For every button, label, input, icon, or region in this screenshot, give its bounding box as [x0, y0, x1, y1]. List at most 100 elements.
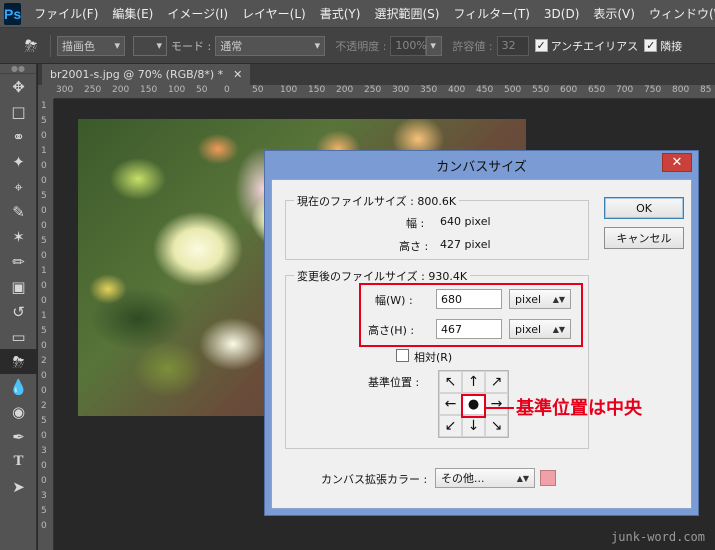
healing-brush-tool-icon[interactable]: ✶	[0, 224, 37, 249]
anchor-bottom-left[interactable]: ↙	[439, 415, 462, 437]
relative-checkbox[interactable]	[396, 349, 409, 362]
ruler-tick-label: 800	[672, 85, 690, 95]
ruler-tick-label: 0	[41, 161, 47, 171]
anchor-top-left[interactable]: ↖	[439, 371, 462, 393]
ruler-tick-label: 250	[84, 85, 102, 95]
chevron-down-icon: ▾	[156, 39, 162, 52]
brush-tool-icon[interactable]: ✏	[0, 249, 37, 274]
pen-tool-icon[interactable]: ✒	[0, 424, 37, 449]
anchor-bottom[interactable]: ↓	[462, 415, 485, 437]
ruler-tick-label: 450	[476, 85, 494, 95]
close-icon[interactable]: ✕	[233, 68, 242, 81]
document-tab[interactable]: br2001-s.jpg @ 70% (RGB/8*) * ✕	[42, 64, 251, 85]
panel-grip-icon[interactable]: ●●	[0, 64, 36, 74]
opacity-input[interactable]: 100%	[390, 35, 427, 56]
menu-view[interactable]: 表示(V)	[586, 5, 642, 22]
tolerance-input[interactable]: 32	[496, 35, 529, 56]
current-size-title: 現在のファイルサイズ : 800.6K	[294, 193, 460, 209]
contiguous-label: 隣接	[660, 39, 683, 53]
anchor-top[interactable]: ↑	[462, 371, 485, 393]
paint-bucket-tool-icon[interactable]: ⛈	[0, 349, 37, 374]
ruler-tick-label: 5	[41, 191, 47, 201]
ruler-tick-label: 350	[420, 85, 438, 95]
photoshop-logo: Ps	[4, 2, 22, 25]
opacity-dropdown[interactable]: ▾	[426, 35, 443, 56]
ruler-tick-label: 0	[41, 371, 47, 381]
path-selection-tool-icon[interactable]: ➤	[0, 474, 37, 499]
extension-color-select[interactable]: その他... ▲▼	[435, 468, 535, 488]
ruler-tick-label: 0	[41, 131, 47, 141]
menu-layer[interactable]: レイヤー(L)	[235, 5, 313, 22]
height-label: 高さ(H) :	[368, 324, 415, 337]
tools-panel: ●● ✥ □ ⚭ ✦ ⌖ ✎ ✶ ✏ ▣ ↺ ▭ ⛈ 💧 ◉ ✒ T ➤	[0, 64, 37, 550]
ruler-tick-label: 100	[168, 85, 186, 95]
marquee-tool-icon[interactable]: □	[0, 99, 37, 124]
close-button[interactable]: ✕	[662, 153, 692, 172]
chevron-down-icon: ▾	[314, 39, 321, 52]
ruler-tick-label: 2	[41, 401, 47, 411]
ruler-tick-label: 0	[41, 521, 47, 531]
eraser-tool-icon[interactable]: ▭	[0, 324, 37, 349]
ruler-tick-label: 600	[560, 85, 578, 95]
spinner-icon: ▲▼	[552, 324, 565, 334]
height-unit-select[interactable]: pixel ▲▼	[509, 319, 571, 339]
width-unit-select[interactable]: pixel ▲▼	[509, 289, 571, 309]
anchor-top-right[interactable]: ↗	[485, 371, 508, 393]
ruler-tick-label: 0	[41, 281, 47, 291]
magic-wand-tool-icon[interactable]: ✦	[0, 149, 37, 174]
anchor-bottom-right[interactable]: ↘	[485, 415, 508, 437]
move-tool-icon[interactable]: ✥	[0, 74, 37, 99]
height-input[interactable]: 467	[436, 319, 502, 339]
ruler-tick-label: 50	[252, 85, 264, 95]
current-width-value: 640 pixel	[440, 215, 491, 228]
clone-stamp-tool-icon[interactable]: ▣	[0, 274, 37, 299]
ruler-tick-label: 550	[532, 85, 550, 95]
crop-tool-icon[interactable]: ⌖	[0, 174, 37, 199]
paint-bucket-icon[interactable]: ⛈	[18, 35, 44, 57]
antialias-checkbox[interactable]: ✓	[534, 39, 548, 52]
horizontal-ruler: 300 250 200 150 100 50 0 50 100 150 200 250 300 350 40…	[54, 85, 715, 99]
dodge-tool-icon[interactable]: ◉	[0, 399, 37, 424]
menu-image[interactable]: イメージ(I)	[160, 5, 235, 22]
menu-edit[interactable]: 編集(E)	[105, 5, 160, 22]
lasso-tool-icon[interactable]: ⚭	[0, 124, 37, 149]
eyedropper-tool-icon[interactable]: ✎	[0, 199, 37, 224]
ruler-tick-label: 3	[41, 491, 47, 501]
anchor-left[interactable]: ←	[439, 393, 462, 415]
spinner-icon: ▲▼	[552, 294, 565, 304]
fill-source-select[interactable]: 描画色 ▾	[57, 35, 125, 56]
ruler-tick-label: 1	[41, 266, 47, 276]
ruler-tick-label: 250	[364, 85, 382, 95]
extension-color-swatch[interactable]	[540, 470, 556, 486]
width-input[interactable]: 680	[436, 289, 502, 309]
mode-select[interactable]: 通常 ▾	[215, 35, 326, 56]
ruler-tick-label: 0	[41, 296, 47, 306]
history-brush-tool-icon[interactable]: ↺	[0, 299, 37, 324]
menu-select[interactable]: 選択範囲(S)	[367, 5, 446, 22]
ruler-tick-label: 0	[41, 206, 47, 216]
ruler-tick-label: 200	[336, 85, 354, 95]
ruler-tick-label: 500	[504, 85, 522, 95]
menu-file[interactable]: ファイル(F)	[27, 5, 105, 22]
width-label: 幅(W) :	[375, 294, 413, 307]
ok-button[interactable]: OK	[604, 197, 684, 219]
ruler-tick-label: 150	[140, 85, 158, 95]
ruler-tick-label: 1	[41, 101, 47, 111]
ruler-tick-label: 5	[41, 236, 47, 246]
ruler-tick-label: 0	[41, 476, 47, 486]
ruler-tick-label: 5	[41, 416, 47, 426]
watermark: junk-word.com	[611, 530, 705, 544]
current-width-label: 幅 :	[406, 217, 425, 230]
document-tab-label: br2001-s.jpg @ 70% (RGB/8*) *	[50, 68, 224, 81]
menu-window[interactable]: ウィンドウ(W	[642, 5, 715, 22]
type-tool-icon[interactable]: T	[0, 449, 37, 474]
pattern-picker[interactable]: ▾	[133, 35, 167, 56]
anchor-right[interactable]: →	[485, 393, 508, 415]
menu-type[interactable]: 書式(Y)	[313, 5, 368, 22]
ruler-tick-label: 300	[392, 85, 410, 95]
menu-3d[interactable]: 3D(D)	[537, 7, 586, 21]
cancel-button[interactable]: キャンセル	[604, 227, 684, 249]
menu-filter[interactable]: フィルター(T)	[446, 5, 536, 22]
blur-tool-icon[interactable]: 💧	[0, 374, 37, 399]
contiguous-checkbox[interactable]: ✓	[644, 39, 658, 52]
